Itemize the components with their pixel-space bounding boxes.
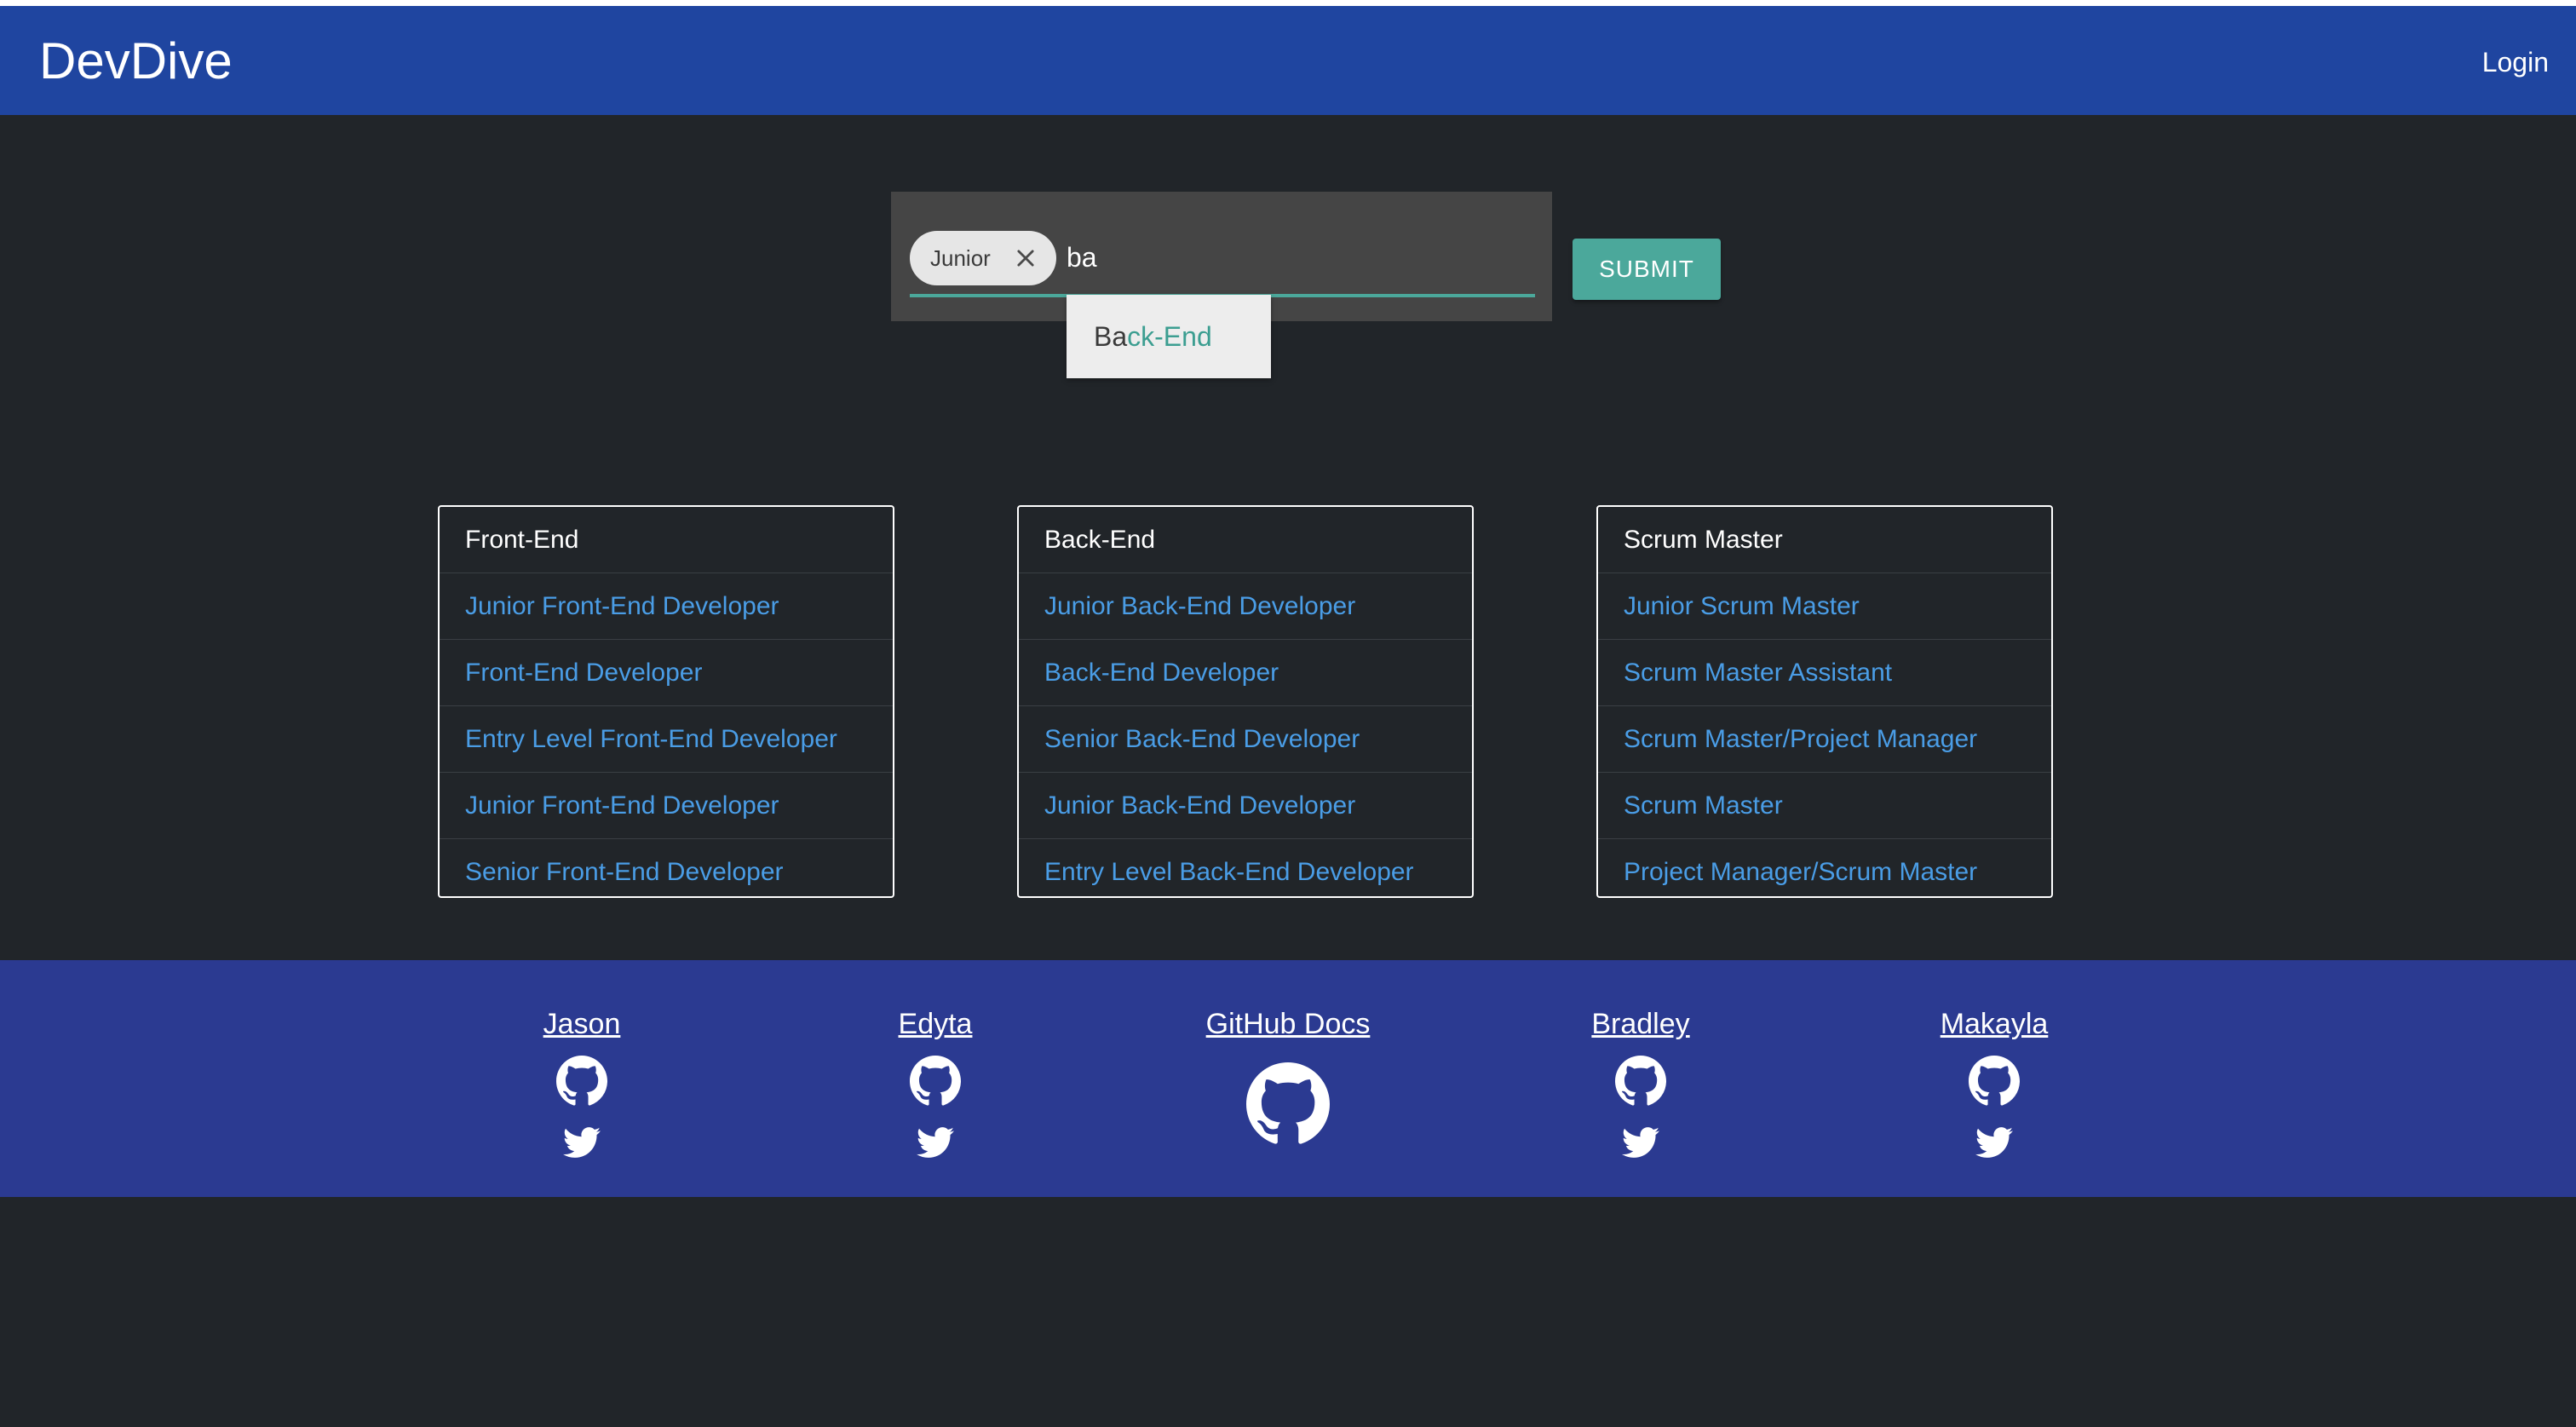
footer-person-makayla: Makayla — [1866, 1006, 2122, 1161]
card-link[interactable]: Junior Front-End Developer — [440, 573, 893, 640]
card-title: Scrum Master — [1598, 507, 2051, 573]
login-link[interactable]: Login — [2482, 45, 2549, 79]
card-link[interactable]: Project Manager/Scrum Master — [1598, 839, 2051, 905]
option-match-text: Ba — [1094, 321, 1128, 352]
footer-person-bradley: Bradley — [1513, 1006, 1768, 1161]
footer-name-link[interactable]: Jason — [454, 1006, 710, 1042]
footer-github-docs: GitHub Docs — [1160, 1006, 1416, 1146]
footer-name-link[interactable]: Makayla — [1866, 1006, 2122, 1042]
card-title: Front-End — [440, 507, 893, 573]
close-icon[interactable] — [1014, 246, 1038, 270]
footer-person-jason: Jason — [454, 1006, 710, 1161]
autocomplete-option-back-end[interactable]: Back-End — [1067, 295, 1271, 378]
search-input[interactable] — [1067, 236, 1527, 279]
card-link[interactable]: Scrum Master/Project Manager — [1598, 706, 2051, 773]
card-title: Back-End — [1019, 507, 1472, 573]
card-link[interactable]: Junior Back-End Developer — [1019, 773, 1472, 839]
github-icon[interactable] — [556, 1056, 607, 1107]
card-link[interactable]: Senior Back-End Developer — [1019, 706, 1472, 773]
card-link[interactable]: Scrum Master Assistant — [1598, 640, 2051, 706]
card-link[interactable]: Junior Back-End Developer — [1019, 573, 1472, 640]
card-link[interactable]: Back-End Developer — [1019, 640, 1472, 706]
footer-name-link[interactable]: GitHub Docs — [1160, 1006, 1416, 1042]
card-link[interactable]: Entry Level Front-End Developer — [440, 706, 893, 773]
footer-name-link[interactable]: Edyta — [808, 1006, 1063, 1042]
footer-name-link[interactable]: Bradley — [1513, 1006, 1768, 1042]
card-link[interactable]: Entry Level Back-End Developer — [1019, 839, 1472, 905]
card-link[interactable]: Scrum Master — [1598, 773, 2051, 839]
option-rest-text: ck-End — [1127, 321, 1212, 352]
chip-label: Junior — [930, 245, 991, 271]
card-back-end: Back-End Junior Back-End Developer Back-… — [1017, 505, 1474, 898]
filter-chip-junior[interactable]: Junior — [910, 231, 1056, 285]
twitter-icon[interactable] — [1973, 1124, 2015, 1161]
footer: Jason Edyta GitHub Docs Bradley Makayla — [0, 960, 2576, 1197]
top-strip — [0, 0, 2576, 6]
brand-logo[interactable]: DevDive — [39, 32, 233, 91]
github-icon[interactable] — [1615, 1056, 1666, 1107]
github-icon[interactable] — [910, 1056, 961, 1107]
twitter-icon[interactable] — [1619, 1124, 1662, 1161]
card-front-end: Front-End Junior Front-End Developer Fro… — [438, 505, 894, 898]
twitter-icon[interactable] — [914, 1124, 957, 1161]
navbar: DevDive Login — [0, 6, 2576, 115]
card-link[interactable]: Front-End Developer — [440, 640, 893, 706]
github-icon[interactable] — [1246, 1062, 1330, 1146]
card-link[interactable]: Junior Scrum Master — [1598, 573, 2051, 640]
github-icon[interactable] — [1969, 1056, 2020, 1107]
twitter-icon[interactable] — [561, 1124, 603, 1161]
footer-person-edyta: Edyta — [808, 1006, 1063, 1161]
submit-button[interactable]: SUBMIT — [1573, 239, 1721, 300]
option-label: Back-End — [1094, 295, 1212, 378]
card-link[interactable]: Junior Front-End Developer — [440, 773, 893, 839]
card-link[interactable]: Senior Front-End Developer — [440, 839, 893, 905]
card-scrum-master: Scrum Master Junior Scrum Master Scrum M… — [1596, 505, 2053, 898]
